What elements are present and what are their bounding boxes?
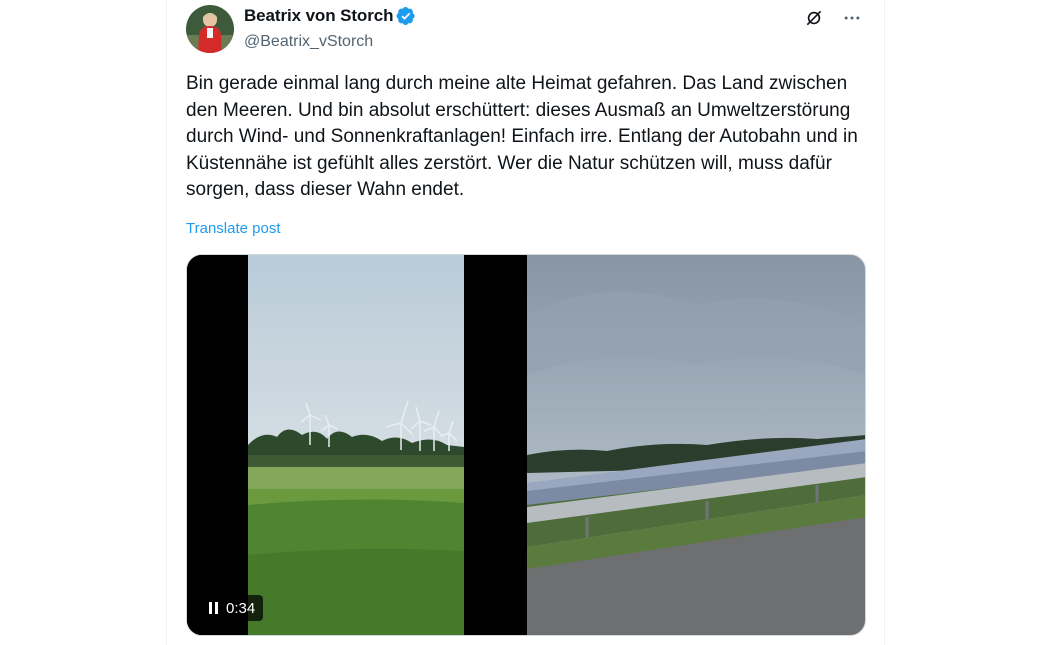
video-time: 0:34 <box>226 599 256 617</box>
solar-park-photo <box>527 255 865 635</box>
pause-icon[interactable] <box>209 602 218 614</box>
video-player[interactable]: 0:34 <box>187 255 525 635</box>
solar-park-image[interactable] <box>527 255 865 635</box>
verified-badge-icon[interactable] <box>396 6 416 26</box>
author-handle[interactable]: @Beatrix_vStorch <box>244 33 373 51</box>
author-name[interactable]: Beatrix von Storch <box>244 6 393 26</box>
avatar[interactable] <box>186 5 234 53</box>
translate-post-link[interactable]: Translate post <box>186 220 281 237</box>
post-card: Beatrix von Storch @Beatrix_vStorch Bin … <box>166 0 885 645</box>
grok-icon[interactable] <box>802 6 826 30</box>
video-controls: 0:34 <box>201 595 264 621</box>
post-text: Bin gerade einmal lang durch meine alte … <box>186 73 858 200</box>
author-name-row[interactable]: Beatrix von Storch <box>244 6 416 26</box>
more-icon[interactable] <box>840 6 864 30</box>
wind-turbines-video-frame <box>187 255 525 635</box>
post-top-actions <box>802 6 864 30</box>
post-media[interactable]: 0:34 <box>186 254 866 636</box>
